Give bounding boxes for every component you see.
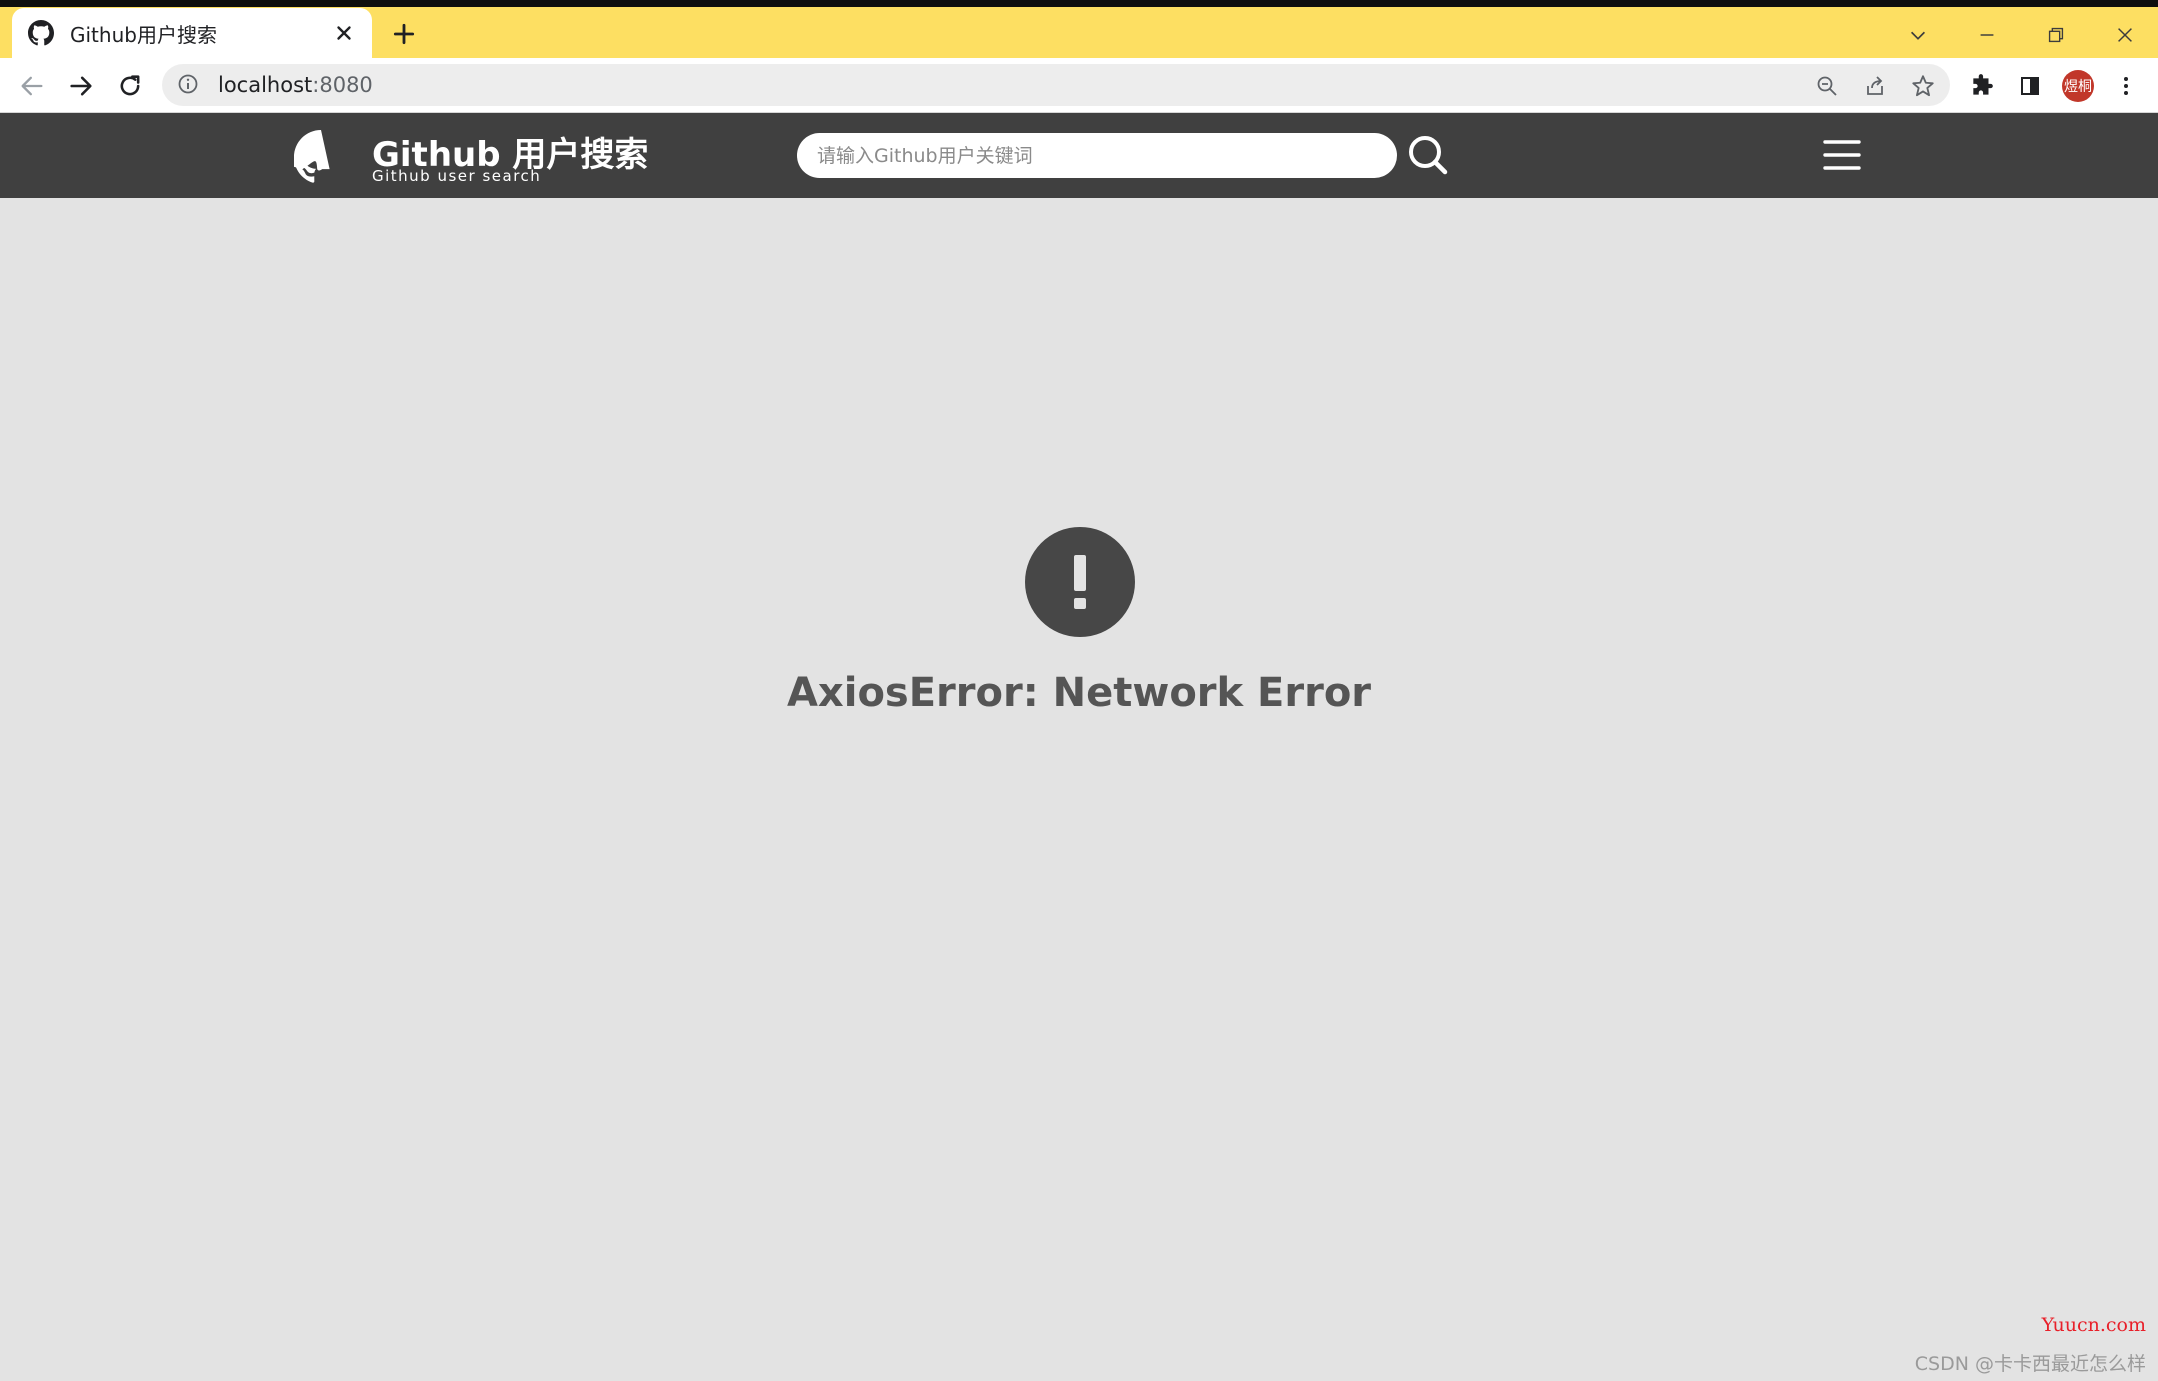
tab-bar: Github用户搜索 (0, 7, 2158, 58)
hamburger-menu-icon[interactable] (1822, 136, 1862, 174)
tab-search-chevron-down-icon[interactable] (1898, 15, 1938, 55)
share-icon[interactable] (1860, 71, 1890, 101)
forward-arrow-icon[interactable] (61, 66, 101, 106)
side-panel-icon[interactable] (2010, 66, 2050, 106)
browser-toolbar: localhost:8080 煜桐 (0, 58, 2158, 113)
url-host: localhost (218, 73, 313, 97)
watermark-site: Yuucn.com (2041, 1314, 2146, 1336)
brand-subtitle: Github user search (372, 167, 542, 185)
back-arrow-icon[interactable] (12, 66, 52, 106)
restore-icon[interactable] (2036, 15, 2076, 55)
url-port: :8080 (312, 73, 373, 97)
minimize-icon[interactable] (1967, 15, 2007, 55)
close-window-icon[interactable] (2105, 15, 2145, 55)
more-menu-icon[interactable] (2106, 66, 2146, 106)
github-favicon-icon (28, 20, 54, 46)
profile-avatar[interactable]: 煜桐 (2058, 66, 2098, 106)
tab-title: Github用户搜索 (70, 22, 217, 47)
tab-close-icon[interactable] (332, 21, 356, 45)
app-header: Github 用户搜索 Github user search (0, 113, 2158, 198)
error-message: AxiosError: Network Error (786, 670, 1372, 716)
reload-icon[interactable] (110, 66, 150, 106)
new-tab-plus-icon[interactable] (386, 16, 422, 52)
extensions-puzzle-icon[interactable] (1962, 66, 2002, 106)
url-text: localhost:8080 (218, 73, 373, 97)
bookmark-star-icon[interactable] (1908, 71, 1938, 101)
tab-github-search[interactable]: Github用户搜索 (12, 8, 372, 58)
search-icon[interactable] (1406, 133, 1450, 177)
site-info-icon[interactable] (176, 72, 202, 98)
error-exclamation-icon (1025, 527, 1135, 637)
github-logo-icon[interactable] (289, 130, 348, 184)
address-bar[interactable]: localhost:8080 (162, 64, 1950, 106)
window-top-edge (0, 0, 2158, 7)
user-search-input[interactable] (797, 133, 1397, 178)
watermark-author: CSDN @卡卡西最近怎么样 (1914, 1353, 2146, 1375)
zoom-out-icon[interactable] (1812, 71, 1842, 101)
